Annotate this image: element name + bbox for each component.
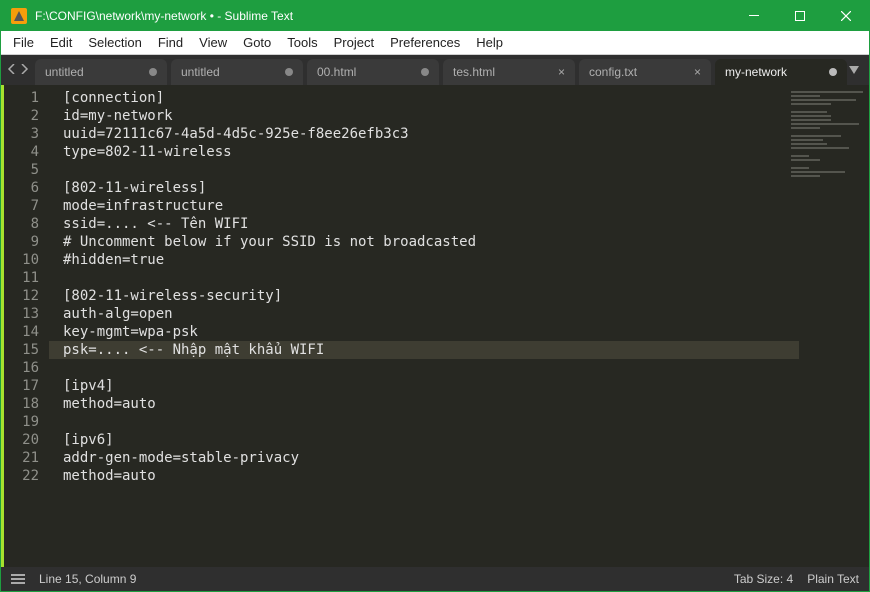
tab-label: untitled — [181, 65, 220, 79]
dirty-indicator-icon — [829, 68, 837, 76]
menu-edit[interactable]: Edit — [42, 33, 80, 52]
menu-view[interactable]: View — [191, 33, 235, 52]
line-number: 5 — [1, 161, 39, 179]
menu-goto[interactable]: Goto — [235, 33, 279, 52]
status-syntax[interactable]: Plain Text — [807, 572, 859, 586]
tab-label: untitled — [45, 65, 84, 79]
code-line[interactable] — [63, 359, 869, 377]
line-number: 19 — [1, 413, 39, 431]
line-gutter: 12345678910111213141516171819202122 — [1, 85, 49, 567]
menu-tools[interactable]: Tools — [279, 33, 325, 52]
tab[interactable]: config.txt × — [579, 59, 711, 85]
tab-label: 00.html — [317, 65, 356, 79]
dirty-indicator-icon — [285, 68, 293, 76]
line-number: 16 — [1, 359, 39, 377]
maximize-button[interactable] — [777, 1, 823, 31]
tab[interactable]: tes.html × — [443, 59, 575, 85]
code-line[interactable]: [ipv4] — [63, 377, 869, 395]
code-line[interactable]: psk=.... <-- Nhập mật khẩu WIFI — [49, 341, 799, 359]
line-number: 9 — [1, 233, 39, 251]
tab-overflow-icon[interactable] — [839, 55, 869, 85]
code-line[interactable]: #hidden=true — [63, 251, 869, 269]
code-line[interactable]: [802-11-wireless-security] — [63, 287, 869, 305]
menu-help[interactable]: Help — [468, 33, 511, 52]
line-number: 22 — [1, 467, 39, 485]
menu-file[interactable]: File — [5, 33, 42, 52]
tab[interactable]: untitled — [171, 59, 303, 85]
line-number: 12 — [1, 287, 39, 305]
app-window: F:\CONFIG\network\my-network • - Sublime… — [0, 0, 870, 592]
tab-close-icon[interactable]: × — [694, 66, 701, 78]
line-number: 4 — [1, 143, 39, 161]
minimap[interactable] — [791, 91, 863, 201]
tab-close-icon[interactable]: × — [558, 66, 565, 78]
code-view[interactable]: [connection]id=my-networkuuid=72111c67-4… — [49, 85, 869, 567]
code-line[interactable]: uuid=72111c67-4a5d-4d5c-925e-f8ee26efb3c… — [63, 125, 869, 143]
tab-label: my-network — [725, 65, 787, 79]
window-buttons — [731, 1, 869, 31]
code-line[interactable]: [802-11-wireless] — [63, 179, 869, 197]
gutter-modified-indicator — [1, 85, 4, 567]
code-line[interactable]: method=auto — [63, 395, 869, 413]
tab[interactable]: my-network — [715, 59, 847, 85]
status-tab-size[interactable]: Tab Size: 4 — [734, 572, 793, 586]
tab-scroll-right-icon[interactable] — [19, 61, 29, 79]
code-line[interactable]: key-mgmt=wpa-psk — [63, 323, 869, 341]
close-button[interactable] — [823, 1, 869, 31]
tab[interactable]: 00.html — [307, 59, 439, 85]
line-number: 20 — [1, 431, 39, 449]
line-number: 11 — [1, 269, 39, 287]
window-title: F:\CONFIG\network\my-network • - Sublime… — [35, 9, 731, 23]
menu-preferences[interactable]: Preferences — [382, 33, 468, 52]
code-line[interactable]: [ipv6] — [63, 431, 869, 449]
status-position[interactable]: Line 15, Column 9 — [39, 572, 136, 586]
menu-bar: File Edit Selection Find View Goto Tools… — [1, 31, 869, 55]
status-menu-icon[interactable] — [11, 574, 25, 584]
minimize-button[interactable] — [731, 1, 777, 31]
line-number: 15 — [1, 341, 39, 359]
menu-project[interactable]: Project — [326, 33, 382, 52]
tab-nav-arrows — [1, 55, 35, 85]
code-line[interactable]: mode=infrastructure — [63, 197, 869, 215]
dirty-indicator-icon — [421, 68, 429, 76]
line-number: 6 — [1, 179, 39, 197]
line-number: 1 — [1, 89, 39, 107]
tab-label: tes.html — [453, 65, 495, 79]
line-number: 21 — [1, 449, 39, 467]
code-line[interactable]: auth-alg=open — [63, 305, 869, 323]
code-line[interactable]: type=802-11-wireless — [63, 143, 869, 161]
titlebar: F:\CONFIG\network\my-network • - Sublime… — [1, 1, 869, 31]
code-line[interactable]: # Uncomment below if your SSID is not br… — [63, 233, 869, 251]
line-number: 13 — [1, 305, 39, 323]
code-line[interactable] — [63, 269, 869, 287]
code-line[interactable]: addr-gen-mode=stable-privacy — [63, 449, 869, 467]
tab[interactable]: untitled — [35, 59, 167, 85]
sublime-logo-icon — [11, 8, 27, 24]
line-number: 10 — [1, 251, 39, 269]
line-number: 2 — [1, 107, 39, 125]
editor-area[interactable]: 12345678910111213141516171819202122 [con… — [1, 85, 869, 567]
menu-selection[interactable]: Selection — [80, 33, 149, 52]
menu-find[interactable]: Find — [150, 33, 191, 52]
line-number: 3 — [1, 125, 39, 143]
line-number: 14 — [1, 323, 39, 341]
code-line[interactable]: [connection] — [63, 89, 869, 107]
code-line[interactable] — [63, 413, 869, 431]
code-line[interactable] — [63, 161, 869, 179]
line-number: 8 — [1, 215, 39, 233]
code-line[interactable]: method=auto — [63, 467, 869, 485]
tab-label: config.txt — [589, 65, 637, 79]
line-number: 17 — [1, 377, 39, 395]
code-line[interactable]: ssid=.... <-- Tên WIFI — [63, 215, 869, 233]
line-number: 18 — [1, 395, 39, 413]
status-bar: Line 15, Column 9 Tab Size: 4 Plain Text — [1, 567, 869, 591]
code-line[interactable]: id=my-network — [63, 107, 869, 125]
dirty-indicator-icon — [149, 68, 157, 76]
tab-bar: untitleduntitled00.htmltes.html×config.t… — [1, 55, 869, 85]
tab-scroll-left-icon[interactable] — [7, 61, 17, 79]
line-number: 7 — [1, 197, 39, 215]
